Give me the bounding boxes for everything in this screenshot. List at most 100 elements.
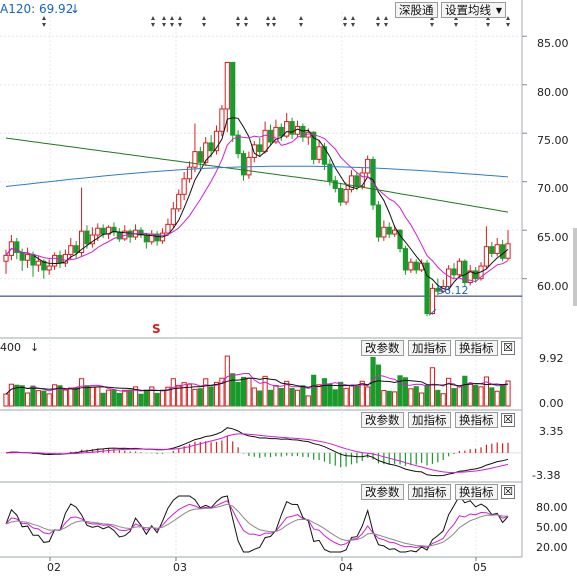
volume-bar bbox=[451, 388, 457, 407]
market-connect-button[interactable]: 深股通 bbox=[395, 2, 438, 18]
candle-body bbox=[192, 151, 198, 168]
volume-bar bbox=[397, 375, 403, 407]
volume-bar bbox=[408, 388, 414, 407]
event-marker-icon bbox=[151, 16, 155, 27]
volume-params-button[interactable]: 改参数 bbox=[361, 340, 404, 356]
volume-tick-zero: 0.00 bbox=[539, 397, 564, 410]
candle-body bbox=[284, 121, 290, 137]
macd-close-icon[interactable]: ☒ bbox=[501, 413, 515, 427]
price-tick-85: 85.00 bbox=[537, 37, 569, 50]
volume-bar bbox=[375, 364, 382, 407]
volume-arrow-icon: ↓ bbox=[30, 341, 40, 354]
macd-tick-min: -3.38 bbox=[532, 469, 561, 482]
macd-tick-max: 3.35 bbox=[539, 425, 564, 438]
kdj-close-icon[interactable]: ☒ bbox=[501, 485, 515, 499]
volume-tick-max: 9.92 bbox=[539, 352, 564, 365]
x-tick-05: 05 bbox=[473, 561, 487, 574]
volume-bar bbox=[462, 375, 468, 407]
volume-bar bbox=[35, 390, 41, 407]
candle-body bbox=[230, 61, 236, 136]
macd-add-indicator-button[interactable]: 加指标 bbox=[408, 412, 451, 428]
candle-body bbox=[176, 193, 182, 210]
volume-bar bbox=[41, 390, 47, 407]
volume-bar bbox=[348, 385, 355, 407]
stock-chart: A120: 69.92 ↓ 深股通 设置均线 ▼ 400 ↓ 改参数 加指标 换… bbox=[0, 0, 577, 577]
volume-bar bbox=[494, 390, 500, 407]
volume-bar bbox=[500, 383, 506, 407]
price-tick-60: 60.00 bbox=[537, 280, 569, 293]
candle-body bbox=[219, 108, 225, 132]
kdj-swap-indicator-button[interactable]: 换指标 bbox=[455, 484, 498, 500]
volume-bar bbox=[138, 393, 144, 407]
volume-bar bbox=[78, 378, 85, 407]
event-marker-icon bbox=[299, 16, 303, 27]
scrollbar[interactable] bbox=[573, 228, 577, 306]
volume-bar bbox=[192, 388, 198, 407]
event-marker-icon bbox=[162, 16, 166, 27]
kdj-add-indicator-button[interactable]: 加指标 bbox=[408, 484, 451, 500]
event-marker-icon bbox=[351, 16, 355, 27]
volume-bar bbox=[332, 389, 338, 407]
kdj-params-button[interactable]: 改参数 bbox=[361, 484, 404, 500]
ma-settings-button[interactable]: 设置均线 ▼ bbox=[441, 2, 506, 18]
candle-body bbox=[257, 144, 263, 153]
candle-body bbox=[429, 287, 436, 315]
volume-bar bbox=[116, 392, 122, 407]
candle-body bbox=[456, 260, 463, 276]
kdj-k-line bbox=[5, 500, 509, 549]
candle-body bbox=[240, 153, 247, 176]
macd-params-button[interactable]: 改参数 bbox=[361, 412, 404, 428]
volume-bar bbox=[386, 390, 392, 407]
volume-bar bbox=[311, 374, 317, 407]
volume-bar bbox=[305, 395, 311, 407]
macd-swap-indicator-button[interactable]: 换指标 bbox=[455, 412, 498, 428]
candle-body bbox=[95, 227, 101, 236]
price-tick-70: 70.00 bbox=[537, 182, 569, 195]
candle-body bbox=[68, 245, 74, 255]
event-marker-icon bbox=[343, 16, 347, 27]
candle-body bbox=[224, 61, 230, 110]
volume-bar bbox=[143, 389, 149, 407]
signal-mark: S bbox=[152, 322, 161, 336]
volume-bar bbox=[95, 386, 101, 407]
candle-body bbox=[24, 253, 31, 261]
candle-body bbox=[343, 188, 349, 203]
candle-body bbox=[365, 158, 371, 174]
volume-bar bbox=[278, 387, 284, 407]
event-marker-icon bbox=[384, 16, 388, 27]
candle-body bbox=[278, 126, 284, 137]
volume-bar bbox=[84, 385, 90, 407]
volume-bar bbox=[235, 381, 241, 407]
volume-bar bbox=[419, 392, 425, 407]
volume-swap-indicator-button[interactable]: 换指标 bbox=[455, 340, 498, 356]
volume-bar bbox=[51, 384, 58, 407]
volume-bar bbox=[392, 391, 398, 407]
volume-bar bbox=[213, 381, 220, 407]
candle-body bbox=[483, 246, 490, 267]
low-price-annotation: 56.12 bbox=[437, 284, 469, 297]
volume-bar bbox=[230, 373, 236, 407]
candle-body bbox=[19, 251, 25, 261]
volume-close-icon[interactable]: ☒ bbox=[501, 341, 515, 355]
x-tick-04: 04 bbox=[339, 561, 353, 574]
volume-add-indicator-button[interactable]: 加指标 bbox=[408, 340, 451, 356]
volume-bar bbox=[257, 390, 263, 407]
volume-bar bbox=[89, 386, 95, 407]
volume-bar bbox=[343, 387, 349, 407]
candle-body bbox=[73, 245, 79, 253]
candle-body bbox=[413, 261, 419, 271]
event-marker-icon bbox=[506, 16, 510, 27]
event-marker-icon bbox=[178, 16, 182, 27]
kdj-tick-50: 50.00 bbox=[536, 521, 568, 534]
volume-bar bbox=[154, 392, 160, 407]
volume-bar bbox=[24, 392, 31, 407]
volume-bar bbox=[273, 385, 279, 407]
price-tick-75: 75.00 bbox=[537, 134, 569, 147]
volume-bar bbox=[105, 389, 112, 407]
candle-body bbox=[381, 226, 387, 238]
volume-bar bbox=[473, 385, 479, 407]
volume-bar bbox=[46, 393, 52, 407]
x-tick-02: 02 bbox=[47, 561, 61, 574]
volume-bar bbox=[446, 377, 452, 407]
event-marker-icon bbox=[376, 16, 380, 27]
